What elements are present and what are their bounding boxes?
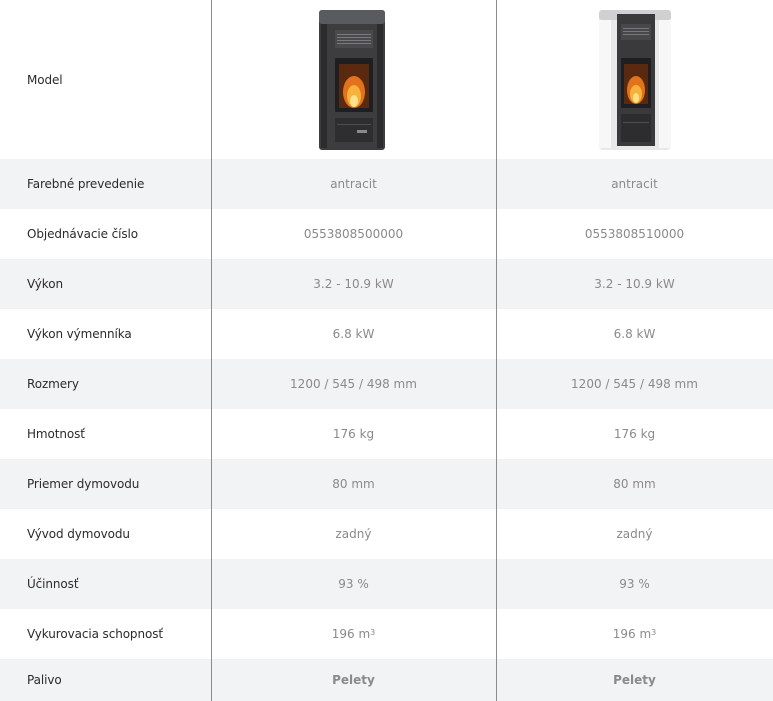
value-cell: 6.8 kW: [613, 327, 656, 341]
value-cell: 0553808510000: [584, 227, 685, 241]
spec-row: Objednávacie číslo 0553808500000 0553808…: [0, 209, 773, 259]
spec-row: Rozmery 1200 / 545 / 498 mm 1200 / 545 /…: [0, 359, 773, 409]
model-row: Model: [0, 0, 773, 159]
value-cell: 176 kg: [613, 427, 656, 441]
value-cell: 93 %: [619, 577, 650, 591]
value-cell: 3.2 - 10.9 kW: [594, 277, 675, 291]
value-cell: 93 %: [338, 577, 369, 591]
value-text: 196 m: [612, 627, 652, 641]
spec-row: Účinnosť 93 % 93 %: [0, 559, 773, 609]
value-cell: antracit: [330, 177, 377, 191]
row-label: Vykurovacia schopnosť: [27, 627, 163, 641]
row-label: Vývod dymovodu: [27, 527, 130, 541]
spec-row: Výkon 3.2 - 10.9 kW 3.2 - 10.9 kW: [0, 259, 773, 309]
row-label: Výkon výmenníka: [27, 327, 132, 341]
spec-row: Farebné prevedenie antracit antracit: [0, 159, 773, 209]
spec-row: Výkon výmenníka 6.8 kW 6.8 kW: [0, 309, 773, 359]
column-divider: [211, 0, 212, 701]
spec-row: Vykurovacia schopnosť 196 m3 196 m3: [0, 609, 773, 659]
product-image-cell: [496, 0, 773, 159]
row-label: Rozmery: [27, 377, 79, 391]
column-divider: [496, 0, 497, 701]
pellet-stove-white-image: [598, 9, 671, 150]
row-label: Farebné prevedenie: [27, 177, 145, 191]
row-label: Výkon: [27, 277, 63, 291]
value-cell: Pelety: [613, 673, 656, 687]
value-cell: 80 mm: [332, 477, 375, 491]
spec-row: Vývod dymovodu zadný zadný: [0, 509, 773, 559]
spec-comparison-table: Model Farebné prevedenie antracit antrac…: [0, 0, 773, 701]
row-label: Hmotnosť: [27, 427, 85, 441]
value-cell: 196 m3: [612, 627, 657, 641]
row-label: Účinnosť: [27, 577, 79, 591]
pellet-stove-anthracite-image: [318, 9, 385, 150]
value-cell: 196 m3: [331, 627, 376, 641]
spec-row: Palivo Pelety Pelety: [0, 659, 773, 701]
row-label: Palivo: [27, 673, 62, 687]
spec-row: Hmotnosť 176 kg 176 kg: [0, 409, 773, 459]
product-image-cell: [211, 0, 496, 159]
value-cell: 1200 / 545 / 498 mm: [571, 377, 698, 391]
value-cell: 6.8 kW: [332, 327, 375, 341]
value-cell: Pelety: [332, 673, 375, 687]
value-cell: 1200 / 545 / 498 mm: [290, 377, 417, 391]
value-cell: zadný: [616, 527, 653, 541]
value-cell: 80 mm: [613, 477, 656, 491]
value-cell: 3.2 - 10.9 kW: [313, 277, 394, 291]
row-label: Model: [27, 72, 63, 87]
value-text: 196 m: [331, 627, 371, 641]
value-cell: antracit: [611, 177, 658, 191]
spec-row: Priemer dymovodu 80 mm 80 mm: [0, 459, 773, 509]
value-cell: 0553808500000: [303, 227, 404, 241]
value-cell: 176 kg: [332, 427, 375, 441]
row-label: Objednávacie číslo: [27, 227, 138, 241]
value-cell: zadný: [335, 527, 372, 541]
row-label: Priemer dymovodu: [27, 477, 140, 491]
